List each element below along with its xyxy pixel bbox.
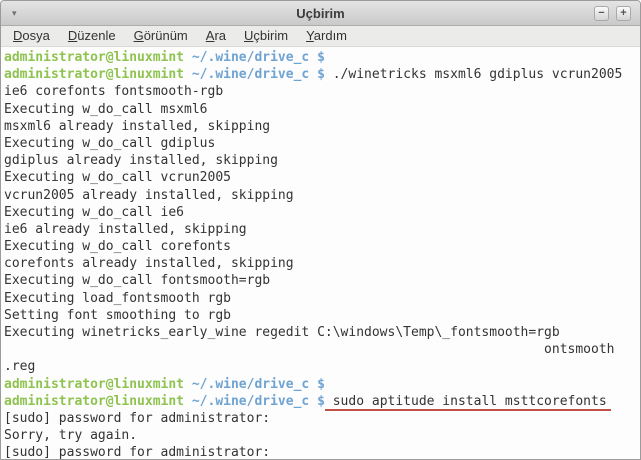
menu-gorunum[interactable]: Görünüm (125, 27, 197, 45)
terminal-line: Executing w_do_call ie6 (4, 204, 640, 221)
menu-label: ardım (314, 28, 347, 43)
terminal-line: gdiplus already installed, skipping (4, 152, 640, 169)
terminal-line: ontsmooth (4, 341, 640, 358)
terminal-text (184, 394, 192, 409)
terminal-line: Executing load_fontsmooth rgb (4, 290, 640, 307)
terminal-text: Executing w_do_call fontsmooth=rgb (4, 273, 270, 288)
menu-label: U (244, 28, 253, 43)
prompt-user: administrator@linuxmint (4, 50, 184, 65)
prompt-user: administrator@linuxmint (4, 394, 184, 409)
menu-dosya[interactable]: Dosya (4, 27, 59, 45)
terminal-text: vcrun2005 already installed, skipping (4, 188, 294, 203)
terminal-text: Executing w_do_call gdiplus (4, 136, 215, 151)
terminal-text: Executing w_do_call ie6 (4, 205, 184, 220)
terminal-line: ie6 corefonts fontsmooth-rgb (4, 83, 640, 100)
prompt-path: ~/.wine/drive_c $ (192, 50, 325, 65)
window-controls: − + (594, 6, 631, 21)
prompt-path: ~/.wine/drive_c $ (192, 394, 325, 409)
terminal-window: ▾ Uçbirim − + Dosya Düzenle Görünüm Ara … (0, 0, 641, 460)
menu-ucbirim[interactable]: Uçbirim (235, 27, 297, 45)
terminal-text: ie6 already installed, skipping (4, 222, 247, 237)
terminal-line: corefonts already installed, skipping (4, 255, 640, 272)
menu-yardim[interactable]: Yardım (297, 27, 356, 45)
terminal-line: msxml6 already installed, skipping (4, 118, 640, 135)
menu-label: osya (22, 28, 49, 43)
terminal-text: msxml6 already installed, skipping (4, 119, 270, 134)
terminal-line: Executing w_do_call vcrun2005 (4, 169, 640, 186)
terminal-text (184, 67, 192, 82)
menubar: Dosya Düzenle Görünüm Ara Uçbirim Yardım (1, 26, 640, 47)
menu-label: G (134, 28, 144, 43)
prompt-user: administrator@linuxmint (4, 67, 184, 82)
window-title: Uçbirim (1, 6, 640, 21)
terminal-text (184, 377, 192, 392)
menu-duzenle[interactable]: Düzenle (59, 27, 125, 45)
terminal-line: [sudo] password for administrator: (4, 444, 640, 460)
terminal-text (184, 50, 192, 65)
terminal-text: Setting font smoothing to rgb (4, 308, 231, 323)
menu-label: D (13, 28, 22, 43)
menu-label: üzenle (77, 28, 115, 43)
terminal-line: .reg (4, 358, 640, 375)
terminal-line: administrator@linuxmint ~/.wine/drive_c … (4, 393, 640, 410)
terminal-text: ./winetricks msxml6 gdiplus vcrun2005 (325, 67, 622, 82)
menu-label: çbirim (253, 28, 288, 43)
terminal-text: ie6 corefonts fontsmooth-rgb (4, 84, 223, 99)
terminal-line: administrator@linuxmint ~/.wine/drive_c … (4, 66, 640, 83)
terminal-line: vcrun2005 already installed, skipping (4, 187, 640, 204)
terminal-line: Executing w_do_call msxml6 (4, 101, 640, 118)
terminal-line: Setting font smoothing to rgb (4, 307, 640, 324)
terminal-text: corefonts already installed, skipping (4, 256, 294, 271)
annotated-command: sudo aptitude install msttcorefonts (325, 394, 611, 411)
terminal-text: Sorry, try again. (4, 428, 137, 443)
terminal-output[interactable]: administrator@linuxmint ~/.wine/drive_c … (1, 47, 640, 460)
terminal-line: Sorry, try again. (4, 427, 640, 444)
terminal-text: [sudo] password for administrator: (4, 445, 278, 460)
terminal-line: Executing winetricks_early_wine regedit … (4, 324, 640, 341)
maximize-button[interactable]: + (616, 6, 631, 21)
minimize-button[interactable]: − (594, 6, 609, 21)
terminal-line: ie6 already installed, skipping (4, 221, 640, 238)
terminal-text: Executing w_do_call corefonts (4, 239, 231, 254)
terminal-text: Executing load_fontsmooth rgb (4, 291, 231, 306)
terminal-text: gdiplus already installed, skipping (4, 153, 278, 168)
terminal-line: Executing w_do_call gdiplus (4, 135, 640, 152)
prompt-path: ~/.wine/drive_c $ (192, 377, 325, 392)
terminal-line: Executing w_do_call corefonts (4, 238, 640, 255)
menu-label: örünüm (144, 28, 188, 43)
menu-label: ra (214, 28, 226, 43)
terminal-line: administrator@linuxmint ~/.wine/drive_c … (4, 376, 640, 393)
terminal-text: [sudo] password for administrator: (4, 411, 278, 426)
terminal-text: ontsmooth (4, 342, 614, 357)
terminal-text: .reg (4, 359, 35, 374)
terminal-text: Executing w_do_call msxml6 (4, 102, 208, 117)
terminal-line: administrator@linuxmint ~/.wine/drive_c … (4, 49, 640, 66)
menu-label: Y (306, 28, 314, 43)
prompt-path: ~/.wine/drive_c $ (192, 67, 325, 82)
titlebar[interactable]: ▾ Uçbirim − + (1, 1, 640, 26)
terminal-text: Executing w_do_call vcrun2005 (4, 170, 231, 185)
terminal-line: Executing w_do_call fontsmooth=rgb (4, 272, 640, 289)
terminal-text: Executing winetricks_early_wine regedit … (4, 325, 560, 340)
menu-label: D (68, 28, 77, 43)
terminal-line: [sudo] password for administrator: (4, 410, 640, 427)
menu-ara[interactable]: Ara (197, 27, 235, 45)
window-menu-icon[interactable]: ▾ (12, 9, 17, 18)
prompt-user: administrator@linuxmint (4, 377, 184, 392)
